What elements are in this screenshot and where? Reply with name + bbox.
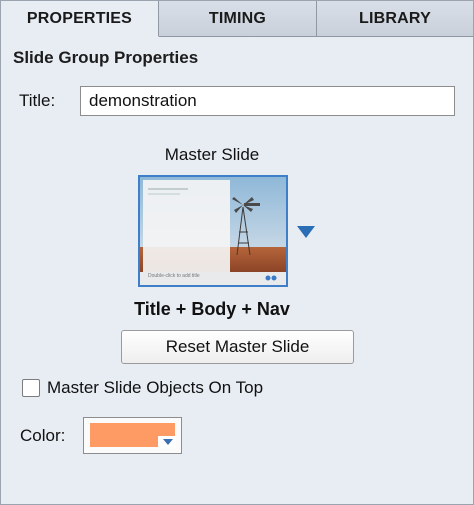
properties-panel: PROPERTIES TIMING LIBRARY Slide Group Pr… — [0, 0, 474, 505]
color-label: Color: — [20, 426, 66, 445]
tab-library[interactable]: LIBRARY — [317, 1, 473, 37]
master-slide-preview-image — [140, 177, 286, 285]
thumbnail-caption: Double-click to add title — [148, 273, 200, 279]
title-label: Title: — [19, 91, 56, 110]
color-picker[interactable] — [83, 417, 182, 454]
objects-on-top-row[interactable]: Master Slide Objects On Top — [22, 378, 263, 398]
reset-master-slide-button[interactable]: Reset Master Slide — [121, 330, 354, 364]
master-slide-label: Master Slide — [164, 145, 260, 164]
objects-on-top-checkbox[interactable] — [22, 379, 40, 397]
layout-name: Title + Body + Nav — [134, 299, 290, 319]
tab-bar: PROPERTIES TIMING LIBRARY — [1, 1, 473, 37]
tab-timing[interactable]: TIMING — [159, 1, 317, 37]
title-input[interactable] — [80, 86, 455, 116]
master-slide-thumbnail[interactable]: Double-click to add title — [138, 175, 288, 287]
tab-properties[interactable]: PROPERTIES — [1, 1, 159, 37]
master-dropdown-arrow-icon[interactable] — [297, 226, 315, 238]
section-title: Slide Group Properties — [13, 48, 199, 67]
chevron-down-icon — [163, 439, 173, 445]
objects-on-top-label: Master Slide Objects On Top — [47, 378, 264, 397]
